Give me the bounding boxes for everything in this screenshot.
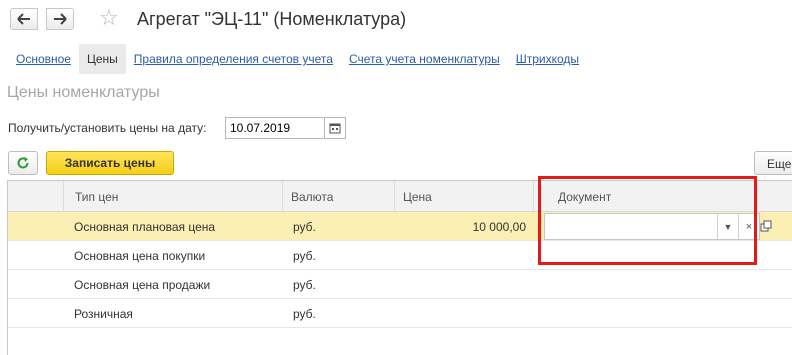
open-window-icon[interactable]	[760, 220, 772, 232]
cell-currency: руб.	[293, 307, 316, 321]
calendar-icon	[329, 123, 341, 134]
arrow-left-icon	[17, 13, 30, 25]
refresh-button[interactable]	[8, 151, 38, 175]
tab-account-rules[interactable]: Правила определения счетов учета	[126, 44, 341, 74]
section-title: Цены номенклатуры	[7, 84, 160, 101]
cell-price[interactable]: 10 000,00	[395, 212, 534, 241]
column-header-price[interactable]: Цена	[395, 181, 534, 212]
tab-accounts[interactable]: Счета учета номенклатуры	[341, 44, 508, 74]
forward-button[interactable]	[46, 8, 74, 30]
cell-price-type: Основная плановая цена	[74, 220, 216, 234]
tab-barcodes[interactable]: Штрихкоды	[508, 44, 587, 74]
highlight-frame	[538, 176, 757, 265]
back-button[interactable]	[10, 8, 38, 30]
cell-price-type: Основная цена покупки	[74, 249, 206, 263]
arrow-right-icon	[54, 13, 67, 25]
cell-currency: руб.	[293, 249, 316, 263]
date-label: Получить/установить цены на дату:	[8, 121, 207, 135]
table-row[interactable]: Основная цена продажи руб.	[8, 270, 792, 299]
tab-prices[interactable]: Цены	[78, 44, 126, 74]
header-spacer	[8, 181, 64, 212]
tab-bar: Основное Цены Правила определения счетов…	[8, 44, 587, 74]
calendar-button[interactable]	[324, 117, 346, 139]
star-icon[interactable]: ☆	[99, 6, 119, 30]
cell-currency: руб.	[293, 220, 316, 234]
cell-price-type: Основная цена продажи	[74, 278, 211, 292]
page-title: Агрегат "ЭЦ-11" (Номенклатура)	[137, 9, 407, 29]
column-header-price-type[interactable]: Тип цен	[64, 181, 283, 212]
cell-currency: руб.	[293, 278, 316, 292]
save-prices-button[interactable]: Записать цены	[46, 151, 174, 175]
date-field[interactable]	[225, 117, 325, 139]
more-button[interactable]: Еще	[754, 151, 792, 175]
column-header-currency[interactable]: Валюта	[283, 181, 395, 212]
tab-main[interactable]: Основное	[8, 44, 79, 74]
cell-price-type: Розничная	[74, 307, 133, 321]
refresh-icon	[17, 157, 29, 169]
table-row[interactable]: Розничная руб.	[8, 299, 792, 328]
